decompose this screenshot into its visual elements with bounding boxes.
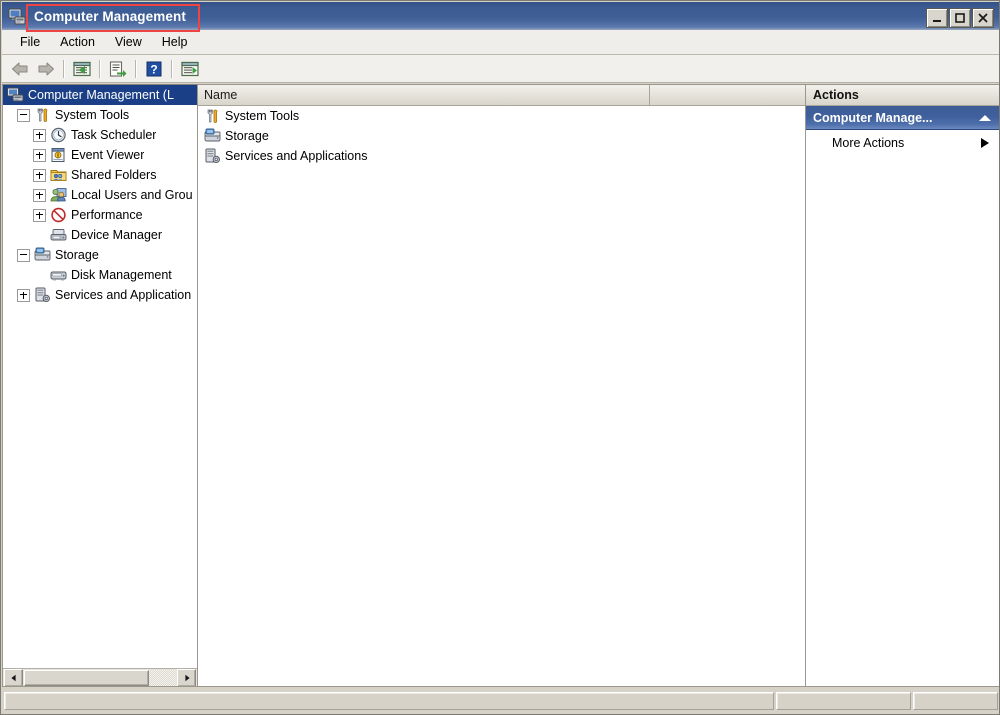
tree-node-shared-folders[interactable]: Shared Folders <box>3 165 197 185</box>
disk-management-icon <box>50 267 67 283</box>
close-button[interactable] <box>972 8 994 28</box>
svg-text:?: ? <box>150 62 157 76</box>
tree-node-label: Performance <box>71 208 143 222</box>
forward-arrow-icon[interactable] <box>33 57 59 81</box>
scroll-right-arrow-icon[interactable] <box>177 668 196 686</box>
list-item[interactable]: System Tools <box>198 106 805 126</box>
expand-toggle[interactable] <box>17 288 30 302</box>
action-more-actions[interactable]: More Actions <box>806 130 999 156</box>
scrollbar-track[interactable] <box>24 669 176 686</box>
chevron-up-icon[interactable] <box>979 114 991 121</box>
toolbar: ? <box>2 55 999 83</box>
users-icon <box>50 187 67 203</box>
tree-node-label: Storage <box>55 248 99 262</box>
tree-horizontal-scrollbar[interactable] <box>3 668 197 686</box>
performance-icon <box>50 207 67 223</box>
storage-icon <box>34 247 51 263</box>
list-item-label: Services and Applications <box>225 149 368 163</box>
tree-node-label: Device Manager <box>71 228 163 242</box>
back-arrow-icon[interactable] <box>7 57 33 81</box>
expand-toggle[interactable] <box>33 208 46 222</box>
computer-management-icon <box>8 7 26 25</box>
status-message <box>4 692 774 710</box>
collapse-toggle[interactable] <box>17 108 30 122</box>
actions-pane: Actions Computer Manage... More Actions <box>806 84 999 687</box>
list-item-label: Storage <box>225 129 269 143</box>
tree-node-label: Task Scheduler <box>71 128 157 142</box>
tree-node-label: Computer Management (L <box>28 88 174 102</box>
computer-management-window: Computer Management File Action View Hel… <box>0 0 1000 715</box>
device-manager-icon <box>50 227 67 243</box>
tree-node-local-users-and-groups[interactable]: Local Users and Grou <box>3 185 197 205</box>
column-header-name[interactable]: Name <box>198 85 650 106</box>
collapse-toggle[interactable] <box>17 248 30 262</box>
column-header-blank[interactable] <box>650 85 805 106</box>
show-hide-action-pane-icon[interactable] <box>177 57 203 81</box>
console-tree-pane: Computer Management (L System Tools Task… <box>2 84 198 687</box>
show-hide-console-tree-icon[interactable] <box>69 57 95 81</box>
list-item[interactable]: Services and Applications <box>198 146 805 166</box>
submenu-arrow-icon <box>981 138 989 148</box>
tree-node-label: Event Viewer <box>71 148 145 162</box>
list-column-header: Name <box>198 85 805 106</box>
expand-toggle[interactable] <box>33 128 46 142</box>
tree-node-device-manager[interactable]: Device Manager <box>3 225 197 245</box>
title-bar[interactable]: Computer Management <box>2 2 999 30</box>
tree-node-task-scheduler[interactable]: Task Scheduler <box>3 125 197 145</box>
menu-action[interactable]: Action <box>50 32 105 52</box>
event-viewer-icon <box>50 147 67 163</box>
details-list-pane: Name System Tools Storage Services and A… <box>198 84 806 687</box>
tree-node-label: Shared Folders <box>71 168 157 182</box>
tree-node-label: Local Users and Grou <box>71 188 193 202</box>
shared-folders-icon <box>50 167 67 183</box>
tree-scroll-area[interactable]: Computer Management (L System Tools Task… <box>3 85 197 667</box>
toolbar-separator <box>171 59 173 78</box>
tree-node-storage[interactable]: Storage <box>3 245 197 265</box>
system-tools-icon <box>204 108 221 124</box>
action-label: More Actions <box>832 136 905 150</box>
storage-icon <box>204 128 221 144</box>
toolbar-separator <box>135 59 137 78</box>
menu-bar: File Action View Help <box>2 30 999 55</box>
expand-toggle[interactable] <box>33 168 46 182</box>
tree-node-services-and-applications[interactable]: Services and Application <box>3 285 197 305</box>
services-icon <box>34 287 51 303</box>
list-item-label: System Tools <box>225 109 300 123</box>
status-secondary <box>776 692 911 710</box>
tree-node-performance[interactable]: Performance <box>3 205 197 225</box>
menu-file[interactable]: File <box>10 32 50 52</box>
main-panes: Computer Management (L System Tools Task… <box>2 84 999 687</box>
tree-node-computer-management[interactable]: Computer Management (L <box>3 85 197 105</box>
menu-view[interactable]: View <box>105 32 152 52</box>
status-third <box>913 692 998 710</box>
services-icon <box>204 148 221 164</box>
tree-node-system-tools[interactable]: System Tools <box>3 105 197 125</box>
expand-toggle[interactable] <box>33 188 46 202</box>
menu-help[interactable]: Help <box>152 32 198 52</box>
expand-toggle[interactable] <box>33 148 46 162</box>
actions-pane-header: Actions <box>806 85 999 106</box>
tree-node-event-viewer[interactable]: Event Viewer <box>3 145 197 165</box>
tree-node-label: System Tools <box>55 108 130 122</box>
list-item[interactable]: Storage <box>198 126 805 146</box>
window-title: Computer Management <box>34 8 186 24</box>
tree-node-label: Services and Application <box>55 288 192 302</box>
tree-node-label: Disk Management <box>71 268 172 282</box>
scroll-left-arrow-icon[interactable] <box>4 668 23 686</box>
scrollbar-thumb[interactable] <box>24 669 149 686</box>
help-icon[interactable]: ? <box>141 57 167 81</box>
tree-node-disk-management[interactable]: Disk Management <box>3 265 197 285</box>
actions-group-computer-management[interactable]: Computer Manage... <box>806 106 999 130</box>
toolbar-separator <box>63 59 65 78</box>
actions-group-label: Computer Manage... <box>813 110 933 125</box>
maximize-button[interactable] <box>949 8 971 28</box>
clock-icon <box>50 127 67 143</box>
status-bar <box>2 689 999 713</box>
toolbar-separator <box>99 59 101 78</box>
export-list-icon[interactable] <box>105 57 131 81</box>
minimize-button[interactable] <box>926 8 948 28</box>
computer-icon <box>7 87 24 103</box>
system-tools-icon <box>34 107 51 123</box>
